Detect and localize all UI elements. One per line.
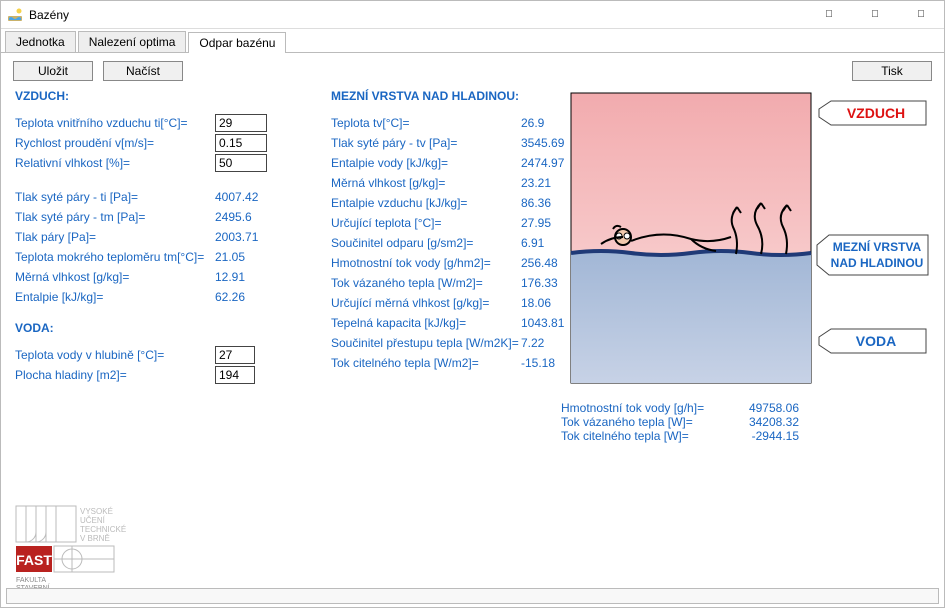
- air-out1-value: 2495.6: [215, 210, 285, 224]
- air-in0-input[interactable]: [215, 114, 267, 132]
- air-out3-value: 21.05: [215, 250, 285, 264]
- svg-text:VYSOKÉ: VYSOKÉ: [80, 507, 113, 516]
- result2-label: Tok citelného tepla [W]=: [561, 429, 731, 443]
- air-out3-label: Teplota mokrého teploměru tm[°C]=: [15, 250, 215, 264]
- maximize-button[interactable]: : [852, 1, 898, 29]
- callout-vzduch: VZDUCH: [847, 105, 905, 121]
- boundary6-label: Součinitel odparu [g/sm2]=: [331, 236, 521, 250]
- air-out2-label: Tlak páry [Pa]=: [15, 230, 215, 244]
- air-in2-input[interactable]: [215, 154, 267, 172]
- boundary3-label: Měrná vlhkost [g/kg]=: [331, 176, 521, 190]
- save-button[interactable]: Uložit: [13, 61, 93, 81]
- water-in1-label: Plocha hladiny [m2]=: [15, 368, 215, 382]
- air-in0-label: Teplota vnitřního vzduchu ti[°C]=: [15, 116, 215, 130]
- university-logo: VYSOKÉ UČENÍ TECHNICKÉ V BRNĚ FAST FAKUL…: [14, 504, 174, 594]
- window-title: Bazény: [29, 8, 69, 22]
- air-out0-value: 4007.42: [215, 190, 285, 204]
- boundary12-label: Tok citelného tepla [W/m2]=: [331, 356, 521, 370]
- tab-nalezeni-optima[interactable]: Nalezení optima: [78, 31, 187, 52]
- close-button[interactable]: : [898, 1, 944, 29]
- callout-boundary-2: NAD HLADINOU: [831, 256, 924, 270]
- callout-boundary-1: MEZNÍ VRSTVA: [833, 239, 922, 254]
- water-in1-input[interactable]: [215, 366, 255, 384]
- air-out1-label: Tlak syté páry - tm [Pa]=: [15, 210, 215, 224]
- print-button[interactable]: Tisk: [852, 61, 932, 81]
- boundary9-label: Určující měrná vlhkost [g/kg]=: [331, 296, 521, 310]
- toolbar: Uložit Načíst Tisk: [1, 53, 944, 89]
- result1-value: 34208.32: [731, 415, 811, 429]
- air-out4-value: 12.91: [215, 270, 285, 284]
- boundary0-label: Teplota tv[°C]=: [331, 116, 521, 130]
- svg-text:TECHNICKÉ: TECHNICKÉ: [80, 525, 126, 534]
- boundary2-label: Entalpie vody [kJ/kg]=: [331, 156, 521, 170]
- air-out2-value: 2003.71: [215, 230, 285, 244]
- tab-odpar-bazenu[interactable]: Odpar bazénu: [188, 32, 286, 53]
- status-bar: [6, 588, 939, 604]
- boundary11-label: Součinitel přestupu tepla [W/m2K]=: [331, 336, 521, 350]
- app-icon: [7, 7, 23, 23]
- water-in0-input[interactable]: [215, 346, 255, 364]
- panel-diagram: VZDUCH MEZNÍ VRSTVA NAD HLADINOU VODA Hm…: [561, 89, 931, 443]
- tab-jednotka[interactable]: Jednotka: [5, 31, 76, 52]
- air-out4-label: Měrná vlhkost [g/kg]=: [15, 270, 215, 284]
- panel-vzduch-voda: VZDUCH: Teplota vnitřního vzduchu ti[°C]…: [15, 89, 335, 385]
- load-button[interactable]: Načíst: [103, 61, 183, 81]
- air-out5-value: 62.26: [215, 290, 285, 304]
- result2-value: -2944.15: [731, 429, 811, 443]
- air-in2-label: Relativní vlhkost [%]=: [15, 156, 215, 170]
- boundary4-label: Entalpie vzduchu [kJ/kg]=: [331, 196, 521, 210]
- boundary10-label: Tepelná kapacita [kJ/kg]=: [331, 316, 521, 330]
- svg-text:UČENÍ: UČENÍ: [80, 516, 106, 525]
- boundary1-label: Tlak syté páry - tv [Pa]=: [331, 136, 521, 150]
- tab-strip: Jednotka Nalezení optima Odpar bazénu: [1, 29, 944, 53]
- evaporation-diagram: VZDUCH MEZNÍ VRSTVA NAD HLADINOU VODA: [561, 89, 891, 389]
- air-in1-label: Rychlost proudění v[m/s]=: [15, 136, 215, 150]
- air-out0-label: Tlak syté páry - ti [Pa]=: [15, 190, 215, 204]
- boundary5-label: Určující teplota [°C]=: [331, 216, 521, 230]
- result0-label: Hmotnostní tok vody [g/h]=: [561, 401, 731, 415]
- svg-text:FAST: FAST: [16, 552, 52, 568]
- result1-label: Tok vázaného tepla [W]=: [561, 415, 731, 429]
- air-in1-input[interactable]: [215, 134, 267, 152]
- minimize-button[interactable]: : [806, 1, 852, 29]
- boundary7-label: Hmotnostní tok vody [g/hm2]=: [331, 256, 521, 270]
- boundary8-label: Tok vázaného tepla [W/m2]=: [331, 276, 521, 290]
- results: Hmotnostní tok vody [g/h]= 49758.06 Tok …: [561, 401, 931, 443]
- water-in0-label: Teplota vody v hlubině [°C]=: [15, 348, 215, 362]
- svg-text:V BRNĚ: V BRNĚ: [80, 534, 110, 543]
- air-out5-label: Entalpie [kJ/kg]=: [15, 290, 215, 304]
- svg-text:FAKULTA: FAKULTA: [16, 577, 46, 584]
- callout-voda: VODA: [856, 333, 896, 349]
- header-voda: VODA:: [15, 321, 335, 335]
- titlebar: Bazény   : [1, 1, 944, 29]
- result0-value: 49758.06: [731, 401, 811, 415]
- header-vzduch: VZDUCH:: [15, 89, 335, 103]
